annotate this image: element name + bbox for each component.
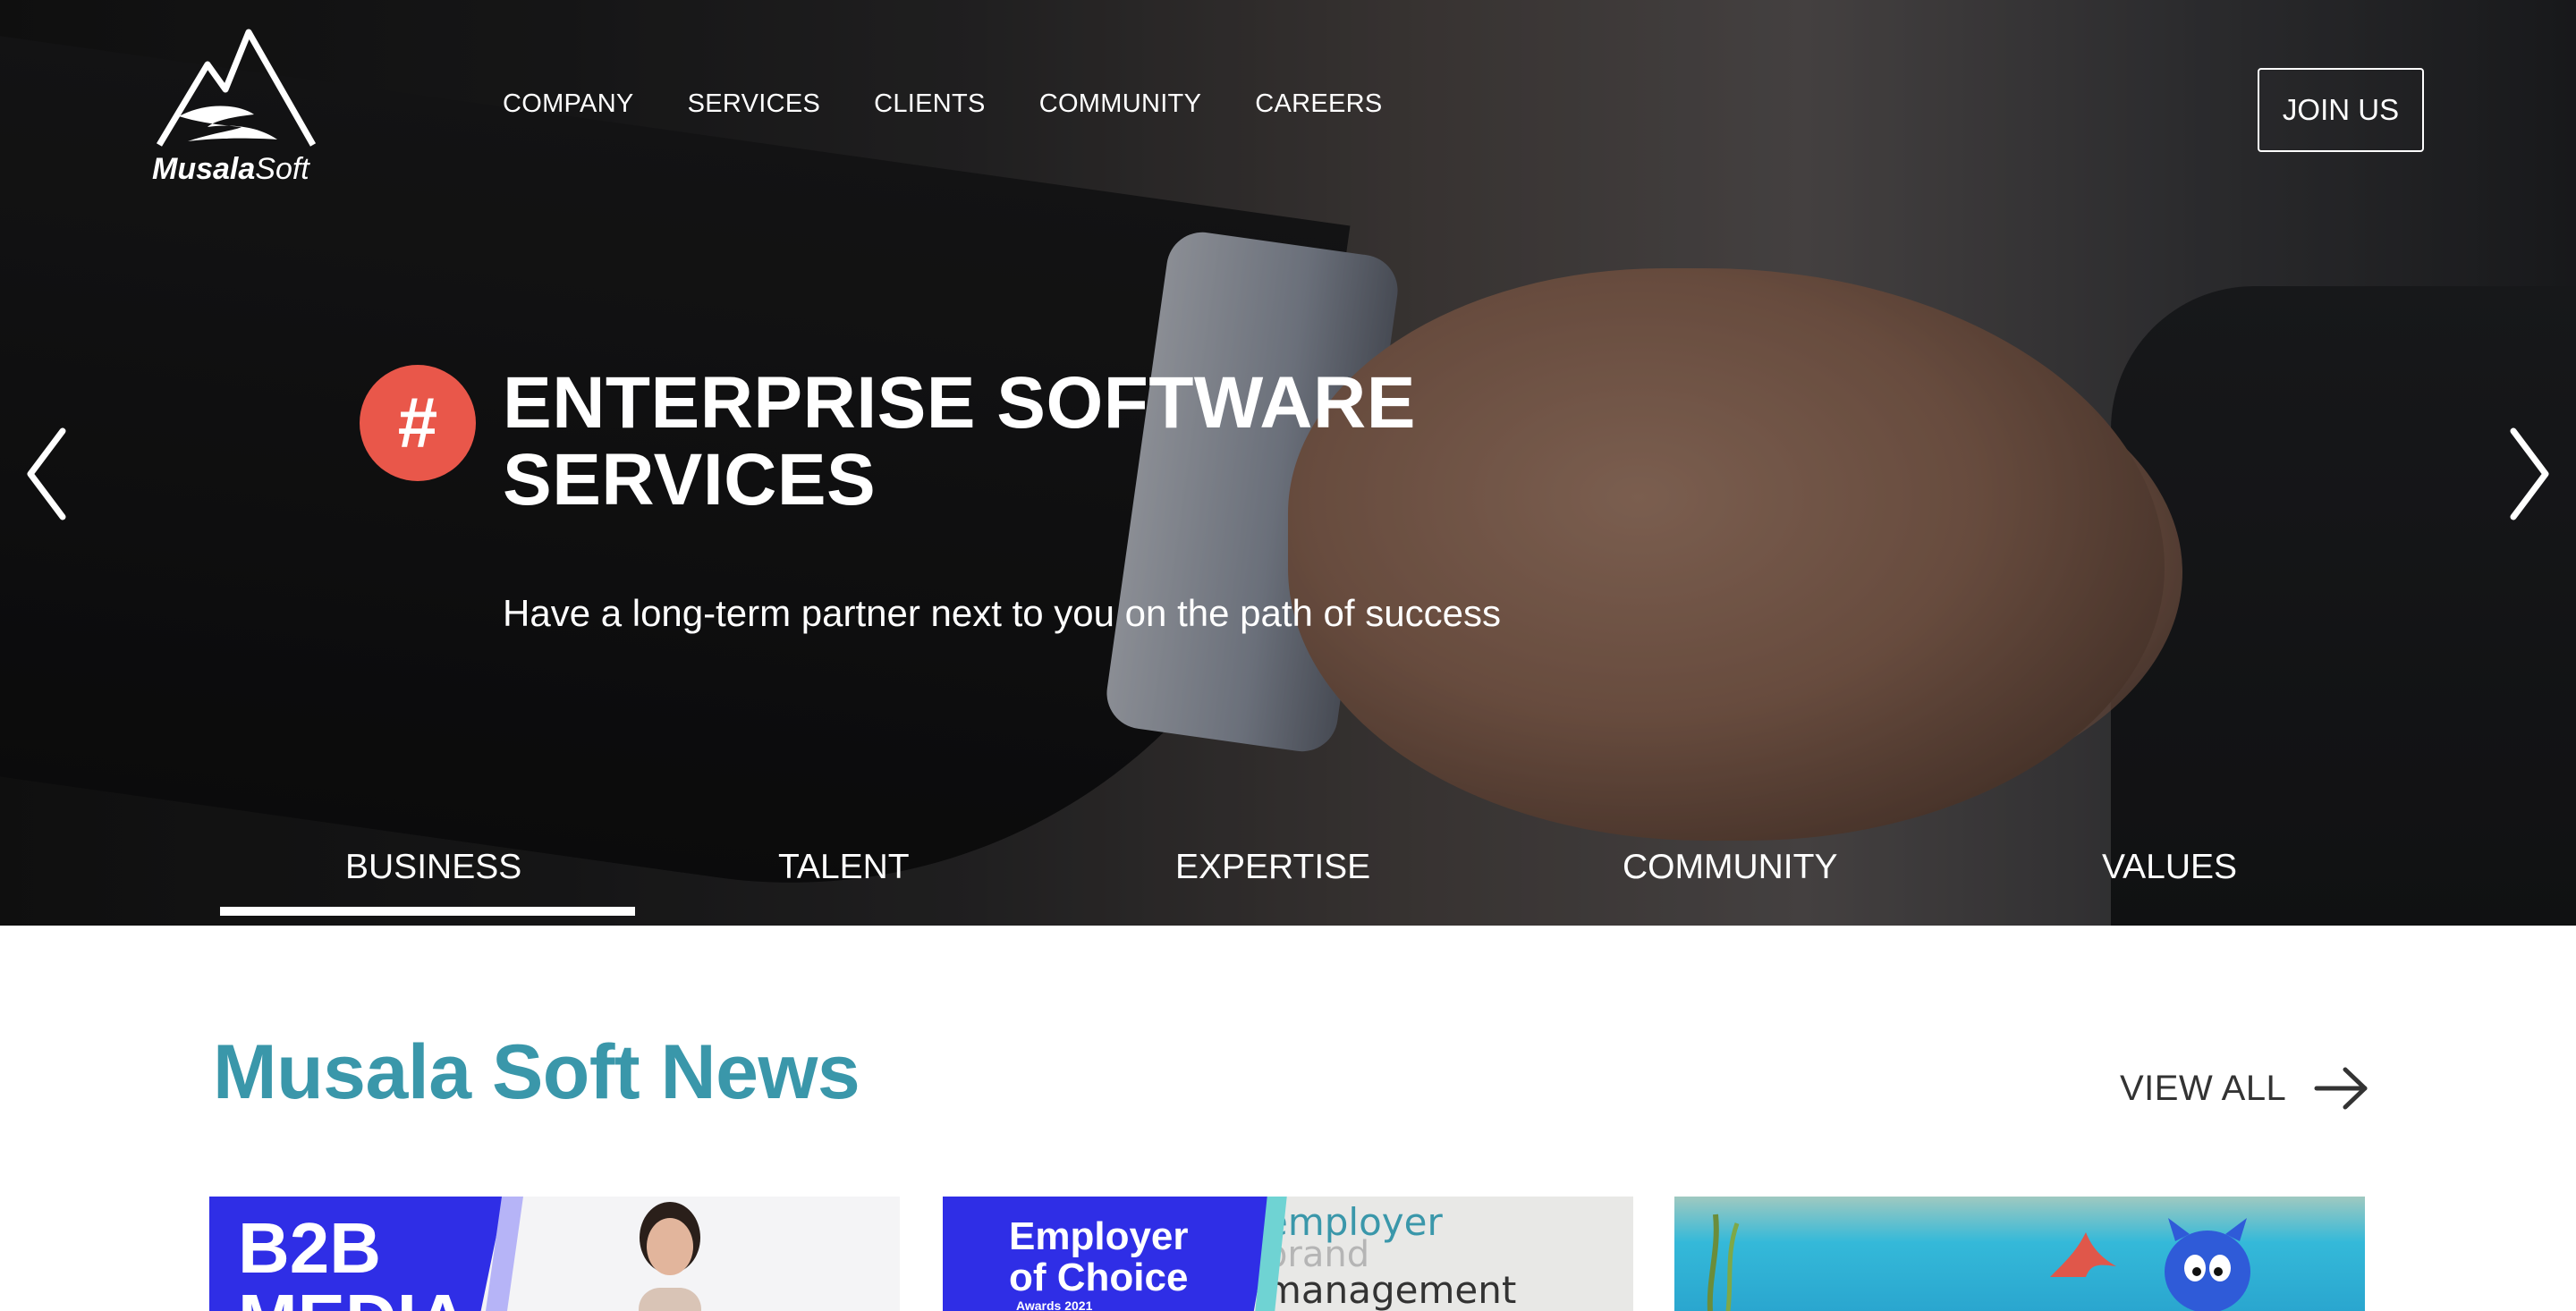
card-image-text: B2B MEDIA	[238, 1208, 469, 1311]
chevron-right-icon	[2510, 427, 2549, 520]
news-section-title: Musala Soft News	[213, 1029, 860, 1115]
blue-monster-icon	[2165, 1218, 2250, 1311]
hero-tabs: BUSINESS TALENT EXPERTISE COMMUNITY VALU…	[0, 841, 2576, 926]
news-card-3[interactable]	[1674, 1197, 2365, 1311]
active-tab-indicator	[220, 907, 635, 916]
main-nav: COMPANY SERVICES CLIENTS COMMUNITY CAREE…	[503, 89, 1383, 119]
nav-item-community[interactable]: COMMUNITY	[1039, 89, 1202, 119]
tab-values[interactable]: VALUES	[2102, 848, 2237, 887]
board-word-3: management	[1265, 1268, 1517, 1311]
join-us-button[interactable]: JOIN US	[2258, 68, 2424, 152]
tab-expertise[interactable]: EXPERTISE	[1175, 848, 1370, 887]
nav-item-services[interactable]: SERVICES	[688, 89, 821, 119]
tab-business[interactable]: BUSINESS	[345, 848, 521, 887]
view-all-label: VIEW ALL	[2120, 1068, 2287, 1108]
plant-illustration-icon	[1707, 1214, 1740, 1311]
hero-subtitle: Have a long-term partner next to you on …	[503, 592, 1501, 634]
card-image-subtext: Awards 2021	[1016, 1298, 1093, 1311]
musala-soft-logo[interactable]: MusalaSoft	[152, 27, 322, 188]
mountain-logo-icon	[156, 29, 317, 147]
nav-item-clients[interactable]: CLIENTS	[874, 89, 986, 119]
hero-banner: MusalaSoft COMPANY SERVICES CLIENTS COMM…	[0, 0, 2576, 926]
mermaid-tail-icon	[2050, 1232, 2116, 1277]
news-card-2[interactable]: employer brand management Employer of Ch…	[943, 1197, 1633, 1311]
nav-item-careers[interactable]: CAREERS	[1255, 89, 1382, 119]
carousel-prev-button[interactable]	[18, 420, 80, 528]
nav-item-company[interactable]: COMPANY	[503, 89, 634, 119]
hero-title: ENTERPRISE SOFTWARE SERVICES	[503, 362, 1416, 520]
person-photo-icon	[639, 1202, 701, 1311]
arrow-right-icon	[2314, 1067, 2368, 1110]
tab-community[interactable]: COMMUNITY	[1623, 848, 1837, 887]
logo-wordmark: MusalaSoft	[152, 152, 309, 186]
news-card-1[interactable]: B2B MEDIA	[209, 1197, 900, 1311]
hashtag-badge: #	[360, 365, 476, 481]
view-all-link[interactable]: VIEW ALL	[2120, 1066, 2370, 1111]
carousel-next-button[interactable]	[2496, 420, 2558, 528]
tab-talent[interactable]: TALENT	[778, 848, 910, 887]
card-image-text: Employer of Choice	[1009, 1214, 1189, 1299]
chevron-left-icon	[27, 427, 66, 520]
